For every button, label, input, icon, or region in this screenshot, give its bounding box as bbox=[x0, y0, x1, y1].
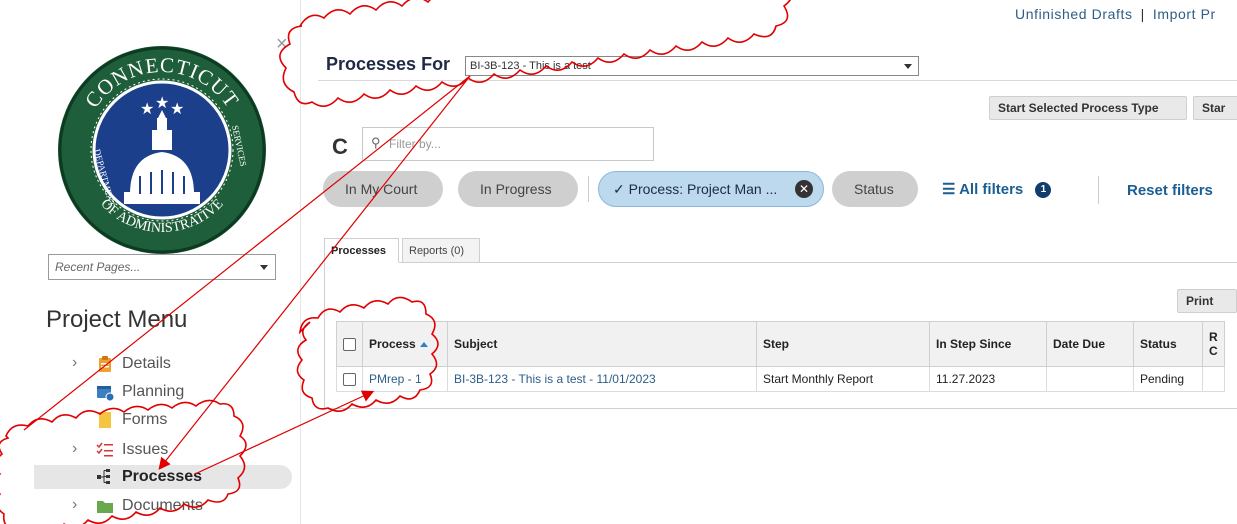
ct-das-logo: CONNECTICUT OF ADMINISTRATIVE DEPARTMENT… bbox=[58, 46, 266, 254]
process-select-value: BI-3B-123 - This is a test bbox=[470, 60, 591, 72]
chevron-right-icon[interactable]: › bbox=[72, 354, 77, 372]
import-link[interactable]: Import Pr bbox=[1153, 6, 1216, 22]
filter-separator bbox=[1098, 176, 1099, 204]
checkmark-icon: ✓ bbox=[613, 181, 625, 197]
sidebar-item-label: Forms bbox=[122, 411, 168, 428]
remove-filter-icon[interactable]: ✕ bbox=[795, 180, 813, 198]
start-selected-process-type-button[interactable]: Start Selected Process Type bbox=[989, 96, 1187, 120]
project-menu-title: Project Menu bbox=[46, 306, 188, 333]
link-separator: | bbox=[1140, 6, 1145, 22]
process-header-label: Process bbox=[369, 337, 416, 351]
svg-text:★: ★ bbox=[155, 95, 169, 112]
svg-text:★: ★ bbox=[170, 101, 184, 118]
all-filters-label: All filters bbox=[959, 181, 1024, 198]
filter-pill-in-progress[interactable]: In Progress bbox=[458, 171, 578, 207]
tab-processes[interactable]: Processes bbox=[324, 238, 399, 263]
unfinished-drafts-link[interactable]: Unfinished Drafts bbox=[1015, 6, 1133, 22]
status-column-header[interactable]: Status bbox=[1133, 321, 1203, 367]
chevron-down-icon bbox=[904, 64, 912, 69]
table-row[interactable]: PMrep - 1 BI-3B-123 - This is a test - 1… bbox=[336, 366, 1225, 392]
chevron-right-icon[interactable]: › bbox=[72, 496, 77, 514]
filter-pill-in-my-court[interactable]: In My Court bbox=[323, 171, 443, 207]
sidebar-item-label: Issues bbox=[122, 441, 169, 458]
date-due-cell bbox=[1046, 366, 1134, 392]
subject-link[interactable]: BI-3B-123 - This is a test - 11/01/2023 bbox=[447, 366, 757, 392]
row-checkbox-cell bbox=[336, 366, 363, 392]
close-sidebar-icon[interactable]: × bbox=[276, 34, 288, 54]
sidebar-item-label: Documents bbox=[122, 497, 203, 514]
process-tree-icon bbox=[97, 469, 110, 484]
filter-pill-process-label: Process: Project Man ... bbox=[628, 181, 778, 197]
filter-input[interactable]: ⚲ Filter by... bbox=[362, 127, 654, 161]
chevron-right-icon[interactable]: › bbox=[72, 440, 77, 458]
filter-pill-status[interactable]: Status bbox=[832, 171, 918, 207]
process-select[interactable]: BI-3B-123 - This is a test bbox=[465, 56, 919, 76]
truncated-header-line1: R bbox=[1209, 330, 1218, 344]
sidebar-item-label: Details bbox=[122, 355, 171, 372]
start-button[interactable]: Star bbox=[1193, 96, 1237, 120]
table-header-row: Process Subject Step In Step Since Date … bbox=[336, 321, 1225, 367]
status-cell: Pending bbox=[1133, 366, 1203, 392]
sidebar-item-documents[interactable]: › Documents bbox=[0, 494, 292, 518]
svg-text:★: ★ bbox=[140, 101, 154, 118]
chevron-down-icon bbox=[260, 265, 268, 270]
sidebar-item-label: Processes bbox=[122, 468, 203, 485]
subject-column-header[interactable]: Subject bbox=[447, 321, 757, 367]
truncated-header-line2: C bbox=[1209, 344, 1218, 358]
truncated-cell bbox=[1202, 366, 1225, 392]
all-filters-button[interactable]: ☰ All filters 1 bbox=[942, 180, 1052, 199]
step-column-header[interactable]: Step bbox=[756, 321, 930, 367]
pill-separator bbox=[588, 176, 589, 202]
select-all-header bbox=[336, 321, 363, 367]
clipboard-icon bbox=[99, 356, 111, 372]
processes-for-label: Processes For bbox=[326, 54, 451, 74]
recent-pages-select[interactable]: Recent Pages... bbox=[48, 254, 276, 280]
refresh-icon[interactable]: C bbox=[332, 134, 348, 160]
recent-pages-placeholder: Recent Pages... bbox=[55, 260, 141, 274]
sort-ascending-icon bbox=[419, 342, 428, 348]
sidebar-item-planning[interactable]: Planning bbox=[0, 380, 292, 404]
checklist-icon bbox=[96, 442, 113, 457]
print-button[interactable]: Print bbox=[1177, 289, 1237, 313]
header-rule bbox=[318, 80, 1237, 81]
truncated-column-header[interactable]: RC bbox=[1202, 321, 1225, 367]
in-step-since-column-header[interactable]: In Step Since bbox=[929, 321, 1047, 367]
date-due-column-header[interactable]: Date Due bbox=[1046, 321, 1134, 367]
process-column-header[interactable]: Process bbox=[362, 321, 448, 367]
row-checkbox[interactable] bbox=[343, 373, 356, 387]
sidebar-item-issues[interactable]: › Issues bbox=[0, 438, 292, 462]
filter-count-badge: 1 bbox=[1035, 182, 1052, 199]
filter-pill-process[interactable]: ✓ Process: Project Man ... ✕ bbox=[598, 171, 824, 207]
forms-icon bbox=[99, 412, 111, 428]
reset-filters-link[interactable]: Reset filters bbox=[1127, 182, 1213, 199]
processes-table: Process Subject Step In Step Since Date … bbox=[336, 321, 1225, 392]
search-icon: ⚲ bbox=[371, 135, 381, 150]
select-all-checkbox[interactable] bbox=[343, 338, 356, 352]
sidebar-item-label: Planning bbox=[122, 383, 185, 400]
sliders-icon: ☰ bbox=[942, 181, 956, 198]
top-links: Unfinished Drafts | Import Pr bbox=[1015, 6, 1216, 22]
sidebar-divider bbox=[300, 0, 301, 524]
filter-placeholder: Filter by... bbox=[389, 137, 441, 151]
in-step-since-cell: 11.27.2023 bbox=[929, 366, 1047, 392]
tab-reports[interactable]: Reports (0) bbox=[402, 238, 480, 263]
sidebar-item-forms[interactable]: Forms bbox=[0, 408, 292, 432]
calendar-icon bbox=[97, 386, 114, 401]
step-cell: Start Monthly Report bbox=[756, 366, 930, 392]
sidebar-item-processes[interactable]: Processes bbox=[34, 465, 292, 489]
sidebar-item-details[interactable]: › Details bbox=[0, 352, 292, 376]
folder-icon bbox=[97, 501, 113, 513]
process-link[interactable]: PMrep - 1 bbox=[362, 366, 448, 392]
